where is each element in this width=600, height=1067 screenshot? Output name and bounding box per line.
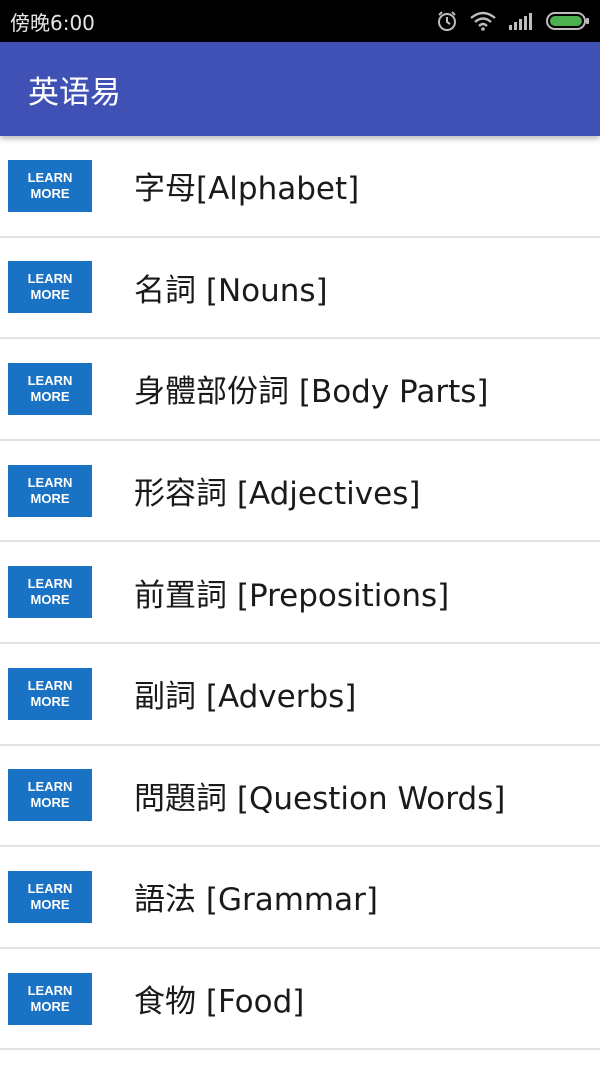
list-item-label: 食物 [Food] [134, 984, 305, 1021]
learn-more-badge: LEARN MORE [8, 261, 100, 314]
list-item-label: 身體部份詞 [Body Parts] [134, 374, 489, 411]
list-item[interactable]: LEARN MORE 名詞 [Nouns] [0, 237, 600, 340]
learn-more-badge: LEARN MORE [8, 159, 100, 212]
learn-more-badge: LEARN MORE [8, 464, 100, 517]
badge-line2: MORE [30, 998, 70, 1014]
badge-line1: LEARN [27, 474, 73, 490]
badge-line2: MORE [30, 592, 70, 608]
list-item[interactable]: LEARN MORE 字母[Alphabet] [0, 136, 600, 238]
list-item[interactable]: LEARN MORE 形容詞 [Adjectives] [0, 440, 600, 543]
list-item[interactable]: LEARN MORE 身體部份詞 [Body Parts] [0, 339, 600, 441]
badge-line2: MORE [30, 693, 70, 709]
badge-line2: MORE [30, 287, 70, 303]
app-title: 英语易 [28, 74, 121, 111]
list-item[interactable]: LEARN MORE 問題詞 [Question Words] [0, 745, 600, 848]
list-item-label: 前置詞 [Prepositions] [134, 577, 450, 614]
badge-line1: LEARN [27, 576, 73, 592]
badge-line1: LEARN [27, 880, 73, 896]
badge-line2: MORE [30, 388, 70, 404]
badge-line1: LEARN [27, 271, 73, 287]
badge-line1: LEARN [27, 779, 73, 795]
learn-more-badge: LEARN MORE [8, 972, 100, 1025]
learn-more-badge: LEARN MORE [8, 870, 100, 923]
list-item[interactable]: LEARN MORE 副詞 [Adverbs] [0, 643, 600, 746]
badge-line2: MORE [30, 795, 70, 811]
topic-list: LEARN MORE 字母[Alphabet] LEARN MORE 名詞 [Nou… [0, 136, 600, 1051]
learn-more-badge: LEARN MORE [8, 566, 100, 619]
badge-line2: MORE [30, 490, 70, 506]
list-item-label: 字母[Alphabet] [134, 171, 360, 208]
learn-more-badge: LEARN MORE [8, 667, 100, 720]
battery-icon [546, 11, 590, 31]
list-item[interactable]: LEARN MORE 食物 [Food] [0, 948, 600, 1051]
status-time: 傍晚6:00 [10, 10, 95, 35]
wifi-icon [470, 11, 496, 31]
learn-more-badge: LEARN MORE [8, 769, 100, 822]
list-item[interactable]: LEARN MORE 語法 [Grammar] [0, 847, 600, 949]
learn-more-badge: LEARN MORE [8, 362, 100, 415]
badge-line1: LEARN [27, 169, 73, 185]
badge-line1: LEARN [27, 372, 73, 388]
alarm-icon [436, 10, 458, 32]
badge-line2: MORE [30, 185, 70, 201]
list-item[interactable]: LEARN MORE 前置詞 [Prepositions] [0, 542, 600, 644]
badge-line1: LEARN [27, 982, 73, 998]
list-item-label: 語法 [Grammar] [134, 882, 378, 919]
badge-line2: MORE [30, 896, 70, 912]
list-item-label: 形容詞 [Adjectives] [134, 476, 421, 513]
status-icons [436, 10, 590, 32]
status-bar: 傍晚6:00 [0, 0, 600, 42]
app-bar: 英语易 [0, 42, 600, 136]
list-item-label: 問題詞 [Question Words] [134, 780, 506, 817]
list-item-label: 名詞 [Nouns] [134, 272, 328, 309]
list-item-label: 副詞 [Adverbs] [134, 679, 357, 716]
badge-line1: LEARN [27, 677, 73, 693]
signal-icon [508, 11, 534, 31]
